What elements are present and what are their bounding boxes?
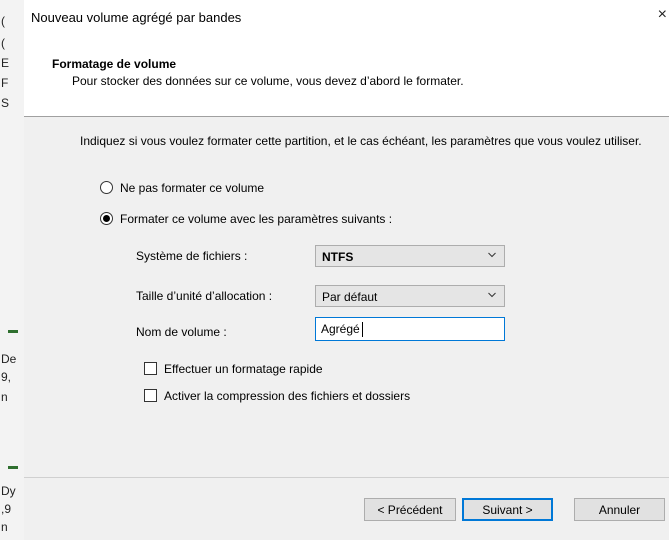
filesystem-label: Système de fichiers : (136, 249, 248, 263)
dialog-title: Nouveau volume agrégé par bandes (31, 10, 242, 25)
radio-no-format-label[interactable]: Ne pas formater ce volume (120, 181, 264, 195)
background-dash (8, 330, 18, 333)
chevron-down-icon (488, 252, 496, 258)
header-description: Pour stocker des données sur ce volume, … (72, 74, 464, 88)
background-text: Dy (1, 484, 16, 498)
wizard-dialog: Nouveau volume agrégé par bandes × Forma… (24, 0, 669, 540)
radio-format-label[interactable]: Formater ce volume avec les paramètres s… (120, 212, 392, 226)
background-text: F (1, 76, 9, 90)
radio-no-format[interactable] (100, 181, 113, 194)
wizard-header: Formatage de volume Pour stocker des don… (24, 36, 669, 117)
cancel-button[interactable]: Annuler (574, 498, 665, 521)
background-text: E (1, 56, 10, 70)
title-bar: Nouveau volume agrégé par bandes × (24, 0, 669, 36)
header-title: Formatage de volume (52, 57, 177, 71)
background-text: 9, (1, 370, 12, 384)
filesystem-select[interactable]: NTFS (315, 245, 505, 267)
next-button[interactable]: Suivant > (462, 498, 553, 521)
compression-label[interactable]: Activer la compression des fichiers et d… (164, 389, 410, 403)
allocation-select[interactable]: Par défaut (315, 285, 505, 307)
allocation-value: Par défaut (322, 290, 378, 304)
background-window: ( ( E F S De 9, n Dy ,9 n (0, 0, 25, 540)
close-icon[interactable]: × (658, 6, 667, 24)
background-text: De (1, 352, 17, 366)
wizard-content: Indiquez si vous voulez formater cette p… (24, 117, 669, 477)
background-text: n (1, 390, 8, 404)
footer-separator (24, 477, 669, 478)
radio-format[interactable] (100, 212, 113, 225)
quick-format-label[interactable]: Effectuer un formatage rapide (164, 362, 323, 376)
background-dash (8, 466, 18, 469)
intro-text: Indiquez si vous voulez formater cette p… (80, 134, 642, 148)
compression-checkbox[interactable] (144, 389, 157, 402)
back-button[interactable]: < Précédent (364, 498, 456, 521)
allocation-label: Taille d’unité d’allocation : (136, 289, 273, 303)
background-text: ( (1, 14, 5, 28)
background-text: n (1, 520, 8, 534)
chevron-down-icon (488, 292, 496, 298)
volume-name-input[interactable]: Agrégé (315, 317, 505, 341)
background-text: ( (1, 36, 5, 50)
filesystem-value: NTFS (322, 250, 354, 264)
quick-format-checkbox[interactable] (144, 362, 157, 375)
volume-name-value: Agrégé (321, 322, 360, 336)
text-caret (362, 322, 363, 337)
background-text: S (1, 96, 10, 110)
volume-name-label: Nom de volume : (136, 325, 227, 339)
background-text: ,9 (1, 502, 12, 516)
